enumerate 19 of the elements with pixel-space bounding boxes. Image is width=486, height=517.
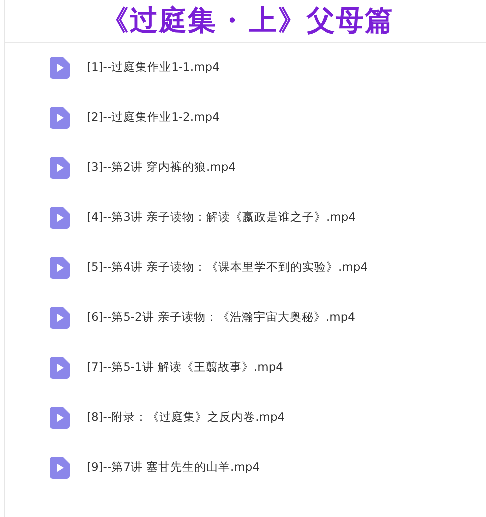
video-file-icon bbox=[50, 307, 70, 329]
video-file-icon bbox=[50, 107, 70, 129]
video-file-icon bbox=[50, 207, 70, 229]
file-name[interactable]: [9]--第7讲 塞甘先生的山羊.mp4 bbox=[87, 457, 260, 477]
video-file-icon bbox=[50, 157, 70, 179]
file-name[interactable]: [2]--过庭集作业1-2.mp4 bbox=[87, 107, 220, 127]
file-name[interactable]: [5]--第4讲 亲子读物：《课本里学不到的实验》.mp4 bbox=[87, 257, 368, 277]
video-file-icon bbox=[50, 457, 70, 479]
file-name[interactable]: [6]--第5-2讲 亲子读物：《浩瀚宇宙大奥秘》.mp4 bbox=[87, 307, 356, 327]
file-name[interactable]: [4]--第3讲 亲子读物：解读《嬴政是谁之子》.mp4 bbox=[87, 207, 356, 227]
video-file-icon bbox=[50, 357, 70, 379]
video-file-icon bbox=[50, 257, 70, 279]
file-name[interactable]: [7]--第5-1讲 解读《王翦故事》.mp4 bbox=[87, 357, 284, 377]
page-title: 《过庭集 · 上》父母篇 bbox=[5, 0, 486, 43]
file-name[interactable]: [8]--附录：《过庭集》之反内卷.mp4 bbox=[87, 407, 286, 427]
video-file-icon bbox=[50, 57, 70, 79]
file-name[interactable]: [3]--第2讲 穿内裤的狼.mp4 bbox=[87, 157, 236, 177]
file-name[interactable]: [1]--过庭集作业1-1.mp4 bbox=[87, 57, 220, 77]
video-file-icon bbox=[50, 407, 70, 429]
